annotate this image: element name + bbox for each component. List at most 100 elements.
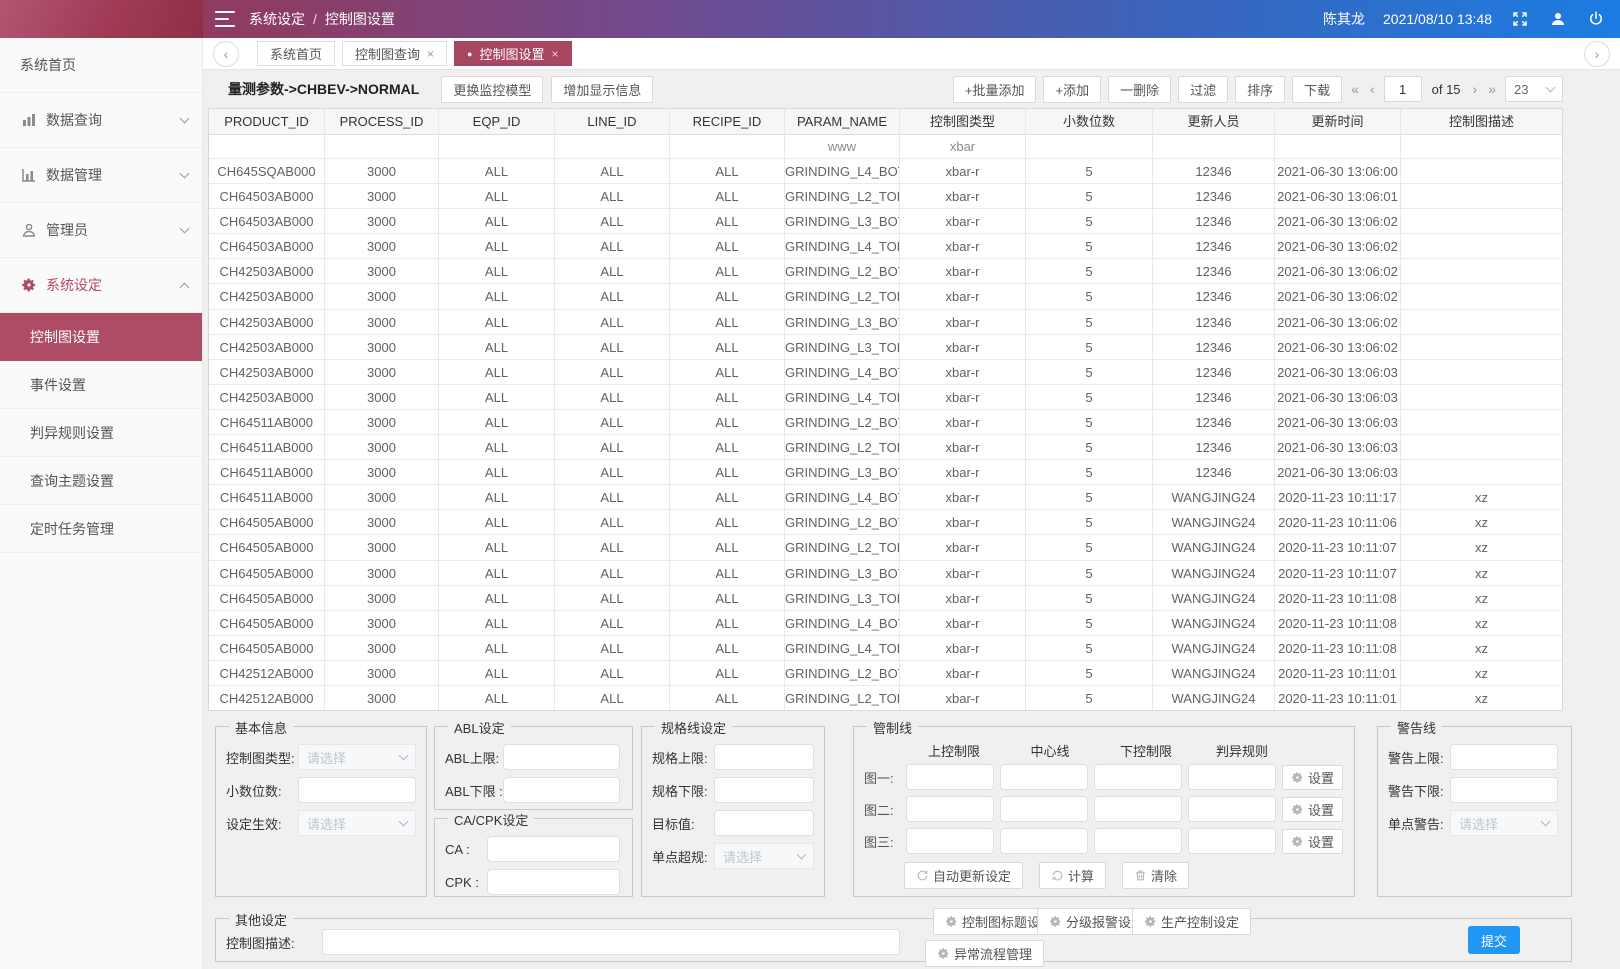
chart-desc-input[interactable] bbox=[322, 929, 900, 955]
lsl-input[interactable] bbox=[714, 777, 814, 803]
table-row[interactable]: CH42503AB0003000ALLALLALLGRINDING_L4_TOP… bbox=[209, 385, 1562, 410]
sidebar-item-rule-settings[interactable]: 判异规则设置 bbox=[0, 409, 202, 457]
chart2-lcl-input[interactable] bbox=[1094, 796, 1182, 822]
column-header[interactable]: PARAM_NAME bbox=[785, 109, 900, 135]
column-header[interactable]: 小数位数 bbox=[1026, 109, 1153, 135]
sidebar-item-home[interactable]: 系统首页 bbox=[0, 38, 202, 93]
delete-button[interactable]: 一删除 bbox=[1108, 76, 1171, 103]
calc-button[interactable]: 计算 bbox=[1039, 862, 1106, 889]
tab-scroll-right-icon[interactable]: › bbox=[1584, 41, 1610, 67]
single-over-select[interactable]: 请选择 bbox=[714, 843, 814, 869]
sidebar-item-timed-task[interactable]: 定时任务管理 bbox=[0, 505, 202, 553]
submit-button[interactable]: 提交 bbox=[1468, 926, 1520, 954]
chart3-rule-input[interactable] bbox=[1188, 828, 1276, 854]
close-icon[interactable]: × bbox=[427, 47, 434, 61]
column-header[interactable]: 更新时间 bbox=[1275, 109, 1401, 135]
warn-lower-input[interactable] bbox=[1450, 777, 1558, 803]
table-row[interactable]: CH42503AB0003000ALLALLALLGRINDING_L4_BOT… bbox=[209, 360, 1562, 385]
filter-cell[interactable] bbox=[439, 135, 555, 159]
tab-home[interactable]: 系统首页 bbox=[257, 41, 335, 66]
add-display-info-button[interactable]: 增加显示信息 bbox=[551, 76, 653, 103]
filter-cell[interactable] bbox=[555, 135, 670, 159]
table-row[interactable]: CH42503AB0003000ALLALLALLGRINDING_L3_TOP… bbox=[209, 335, 1562, 360]
table-row[interactable]: CH42512AB0003000ALLALLALLGRINDING_L2_TOP… bbox=[209, 686, 1562, 711]
table-row[interactable]: CH64511AB0003000ALLALLALLGRINDING_L4_BOT… bbox=[209, 485, 1562, 510]
column-header[interactable]: PRODUCT_ID bbox=[209, 109, 325, 135]
tab-control-chart-query[interactable]: 控制图查询 × bbox=[342, 41, 447, 66]
filter-cell[interactable]: xbar bbox=[900, 135, 1026, 159]
sidebar-item-admin[interactable]: 管理员 bbox=[0, 203, 202, 258]
table-row[interactable]: CH64503AB0003000ALLALLALLGRINDING_L2_TOP… bbox=[209, 184, 1562, 209]
close-icon[interactable]: × bbox=[552, 47, 559, 61]
filter-button[interactable]: 过滤 bbox=[1178, 76, 1228, 103]
chart-type-select[interactable]: 请选择 bbox=[298, 744, 416, 770]
filter-cell[interactable] bbox=[1275, 135, 1401, 159]
abl-lower-input[interactable] bbox=[503, 777, 620, 803]
sidebar-item-control-chart-settings[interactable]: 控制图设置 bbox=[0, 313, 202, 361]
sidebar-item-data-query[interactable]: 数据查询 bbox=[0, 93, 202, 148]
last-page-icon[interactable]: » bbox=[1486, 81, 1498, 97]
single-warn-select[interactable]: 请选择 bbox=[1450, 810, 1558, 836]
cpk-input[interactable] bbox=[487, 869, 620, 895]
filter-cell[interactable] bbox=[209, 135, 325, 159]
tab-control-chart-settings[interactable]: ● 控制图设置 × bbox=[454, 41, 571, 66]
warn-upper-input[interactable] bbox=[1450, 744, 1558, 770]
table-row[interactable]: CH64505AB0003000ALLALLALLGRINDING_L4_TOP… bbox=[209, 636, 1562, 661]
table-row[interactable]: CH645SQAB0003000ALLALLALLGRINDING_L4_BOT… bbox=[209, 159, 1562, 184]
clear-button[interactable]: 清除 bbox=[1122, 862, 1189, 889]
chart2-cl-input[interactable] bbox=[1000, 796, 1088, 822]
chart1-cl-input[interactable] bbox=[1000, 764, 1088, 790]
column-header[interactable]: RECIPE_ID bbox=[670, 109, 785, 135]
batch-add-button[interactable]: +批量添加 bbox=[953, 76, 1037, 103]
table-row[interactable]: CH64505AB0003000ALLALLALLGRINDING_L2_TOP… bbox=[209, 535, 1562, 560]
table-row[interactable]: CH64505AB0003000ALLALLALLGRINDING_L2_BOT… bbox=[209, 510, 1562, 535]
decimals-input[interactable] bbox=[298, 777, 416, 803]
table-row[interactable]: CH64505AB0003000ALLALLALLGRINDING_L3_BOT… bbox=[209, 561, 1562, 586]
user-icon[interactable] bbox=[1548, 9, 1568, 29]
table-row[interactable]: CH64511AB0003000ALLALLALLGRINDING_L2_BOT… bbox=[209, 410, 1562, 435]
first-page-icon[interactable]: « bbox=[1349, 81, 1361, 97]
change-model-button[interactable]: 更换监控模型 bbox=[441, 76, 543, 103]
chart2-rule-input[interactable] bbox=[1188, 796, 1276, 822]
abnormal-flow-button[interactable]: 异常流程管理 bbox=[925, 940, 1044, 967]
abl-upper-input[interactable] bbox=[503, 744, 620, 770]
filter-cell[interactable] bbox=[1153, 135, 1275, 159]
fullscreen-icon[interactable] bbox=[1510, 9, 1530, 29]
ca-input[interactable] bbox=[487, 836, 620, 862]
column-header[interactable]: LINE_ID bbox=[555, 109, 670, 135]
chart3-ucl-input[interactable] bbox=[906, 828, 994, 854]
chart1-rule-input[interactable] bbox=[1188, 764, 1276, 790]
chart1-set-button[interactable]: 设置 bbox=[1282, 765, 1343, 790]
table-row[interactable]: CH42503AB0003000ALLALLALLGRINDING_L2_TOP… bbox=[209, 284, 1562, 309]
table-row[interactable]: CH64511AB0003000ALLALLALLGRINDING_L3_BOT… bbox=[209, 460, 1562, 485]
auto-update-button[interactable]: 自动更新设定 bbox=[904, 862, 1023, 889]
column-header[interactable]: 控制图描述 bbox=[1401, 109, 1562, 135]
table-row[interactable]: CH42503AB0003000ALLALLALLGRINDING_L3_BOT… bbox=[209, 310, 1562, 335]
prev-page-icon[interactable]: ‹ bbox=[1368, 81, 1377, 97]
filter-cell[interactable] bbox=[1026, 135, 1153, 159]
column-header[interactable]: 更新人员 bbox=[1153, 109, 1275, 135]
chart3-set-button[interactable]: 设置 bbox=[1282, 829, 1343, 854]
column-header[interactable]: PROCESS_ID bbox=[325, 109, 439, 135]
target-input[interactable] bbox=[714, 810, 814, 836]
chart1-ucl-input[interactable] bbox=[906, 764, 994, 790]
table-row[interactable]: CH64505AB0003000ALLALLALLGRINDING_L3_TOP… bbox=[209, 586, 1562, 611]
table-row[interactable]: CH64511AB0003000ALLALLALLGRINDING_L2_TOP… bbox=[209, 435, 1562, 460]
page-number-input[interactable] bbox=[1384, 76, 1422, 102]
table-row[interactable]: CH42503AB0003000ALLALLALLGRINDING_L2_BOT… bbox=[209, 259, 1562, 284]
production-control-settings-button[interactable]: 生产控制设定 bbox=[1132, 908, 1251, 935]
page-size-select[interactable]: 23 bbox=[1505, 76, 1563, 102]
filter-cell[interactable] bbox=[325, 135, 439, 159]
menu-collapse-icon[interactable] bbox=[215, 11, 235, 27]
table-row[interactable]: CH64503AB0003000ALLALLALLGRINDING_L3_BOT… bbox=[209, 209, 1562, 234]
table-row[interactable]: CH64503AB0003000ALLALLALLGRINDING_L4_TOP… bbox=[209, 234, 1562, 259]
chart2-set-button[interactable]: 设置 bbox=[1282, 797, 1343, 822]
table-row[interactable]: CH64505AB0003000ALLALLALLGRINDING_L4_BOT… bbox=[209, 611, 1562, 636]
sidebar-item-data-manage[interactable]: 数据管理 bbox=[0, 148, 202, 203]
filter-cell[interactable] bbox=[670, 135, 785, 159]
filter-cell[interactable]: www bbox=[785, 135, 900, 159]
tab-scroll-left-icon[interactable]: ‹ bbox=[213, 41, 239, 67]
column-header[interactable]: 控制图类型 bbox=[900, 109, 1026, 135]
filter-cell[interactable] bbox=[1401, 135, 1562, 159]
chart3-lcl-input[interactable] bbox=[1094, 828, 1182, 854]
